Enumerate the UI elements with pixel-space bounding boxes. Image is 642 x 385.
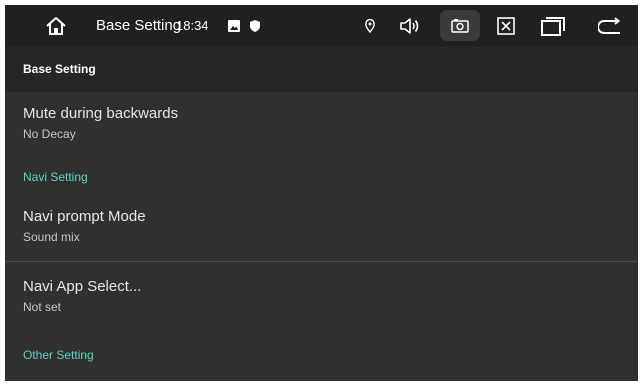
page-title: Base Setting — [23, 62, 96, 76]
category-other-setting: Other Setting — [23, 348, 94, 362]
home-icon[interactable] — [39, 5, 73, 46]
setting-item-summary: No Decay — [23, 127, 76, 141]
category-navi-setting: Navi Setting — [23, 170, 88, 184]
back-icon[interactable] — [593, 5, 627, 46]
status-bar: Base Setting 18:34 — [5, 5, 638, 46]
shield-icon — [248, 5, 262, 46]
app-title: Base Setting — [96, 17, 182, 34]
divider — [5, 261, 638, 262]
setting-item-title: Navi App Select... — [23, 278, 142, 295]
screenshot-icon[interactable] — [440, 5, 480, 46]
setting-item-mute-during-backwards[interactable]: Mute during backwards No Decay — [5, 92, 638, 158]
setting-item-summary: Sound mix — [23, 230, 80, 244]
volume-icon[interactable] — [395, 5, 425, 46]
recent-apps-icon[interactable] — [535, 5, 571, 46]
setting-item-title: Mute during backwards — [23, 105, 179, 122]
gallery-icon — [227, 5, 241, 46]
setting-item-navi-prompt-mode[interactable]: Navi prompt Mode Sound mix — [5, 193, 638, 259]
setting-item-summary: Not set — [23, 300, 62, 314]
setting-item-title: Navi prompt Mode — [23, 208, 146, 225]
location-icon — [360, 5, 380, 46]
page-header: Base Setting — [5, 46, 638, 92]
settings-screen: Base Setting 18:34 Base Setting Mute dur… — [5, 5, 638, 381]
close-window-icon[interactable] — [491, 5, 521, 46]
setting-item-navi-app-select[interactable]: Navi App Select... Not set — [5, 263, 638, 329]
clock: 18:34 — [176, 18, 209, 33]
